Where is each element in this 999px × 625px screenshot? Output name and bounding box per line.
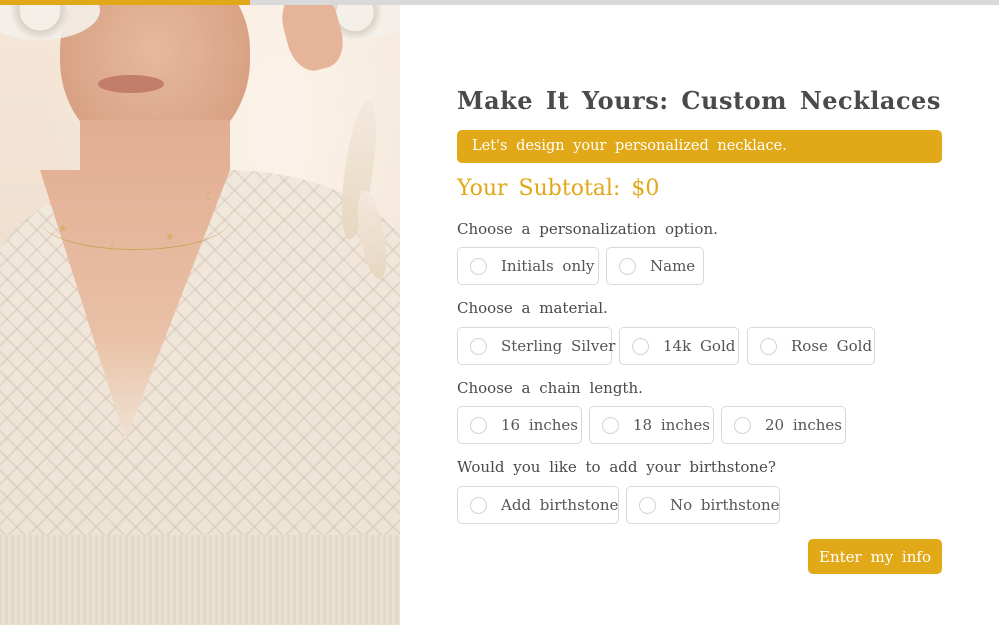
option-label: Add birthstone bbox=[501, 496, 619, 514]
option-rose-gold[interactable]: Rose Gold bbox=[747, 327, 875, 365]
option-label: 20 inches bbox=[765, 416, 842, 434]
option-label: Rose Gold bbox=[791, 337, 873, 355]
option-label: Initials only bbox=[501, 257, 595, 275]
question-chain-length-label: Choose a chain length. bbox=[457, 379, 643, 397]
option-initials-only[interactable]: Initials only bbox=[457, 247, 599, 285]
product-photo: ★ ☾ ★ ☾ bbox=[0, 0, 400, 625]
option-14k-gold[interactable]: 14k Gold bbox=[619, 327, 739, 365]
page-title: Make It Yours: Custom Necklaces bbox=[457, 86, 941, 115]
radio-icon bbox=[470, 257, 487, 275]
option-label: Sterling Silver bbox=[501, 337, 616, 355]
option-sterling-silver[interactable]: Sterling Silver bbox=[457, 327, 616, 365]
option-label: 18 inches bbox=[633, 416, 710, 434]
option-name[interactable]: Name bbox=[606, 247, 704, 285]
option-16-inches[interactable]: 16 inches bbox=[457, 406, 582, 444]
intro-banner: Let's design your personalized necklace. bbox=[457, 130, 942, 163]
option-18-inches[interactable]: 18 inches bbox=[589, 406, 714, 444]
question-birthstone-label: Would you like to add your birthstone? bbox=[457, 458, 776, 476]
subtotal: Your Subtotal: $0 bbox=[457, 176, 660, 201]
radio-icon bbox=[760, 337, 777, 355]
option-20-inches[interactable]: 20 inches bbox=[721, 406, 846, 444]
option-no-birthstone[interactable]: No birthstone bbox=[626, 486, 780, 524]
progress-bar-fill bbox=[0, 0, 250, 5]
option-add-birthstone[interactable]: Add birthstone bbox=[457, 486, 619, 524]
radio-icon bbox=[632, 337, 649, 355]
progress-bar bbox=[0, 0, 999, 5]
option-label: 14k Gold bbox=[663, 337, 736, 355]
option-label: 16 inches bbox=[501, 416, 578, 434]
question-material-label: Choose a material. bbox=[457, 299, 608, 317]
radio-icon bbox=[470, 496, 487, 514]
radio-icon bbox=[734, 416, 751, 434]
enter-my-info-button[interactable]: Enter my info bbox=[808, 539, 942, 574]
radio-icon bbox=[470, 337, 487, 355]
radio-icon bbox=[602, 416, 619, 434]
radio-icon bbox=[470, 416, 487, 434]
question-personalization-label: Choose a personalization option. bbox=[457, 220, 718, 238]
option-label: No birthstone bbox=[670, 496, 780, 514]
option-label: Name bbox=[650, 257, 696, 275]
radio-icon bbox=[639, 496, 656, 514]
radio-icon bbox=[619, 257, 636, 275]
